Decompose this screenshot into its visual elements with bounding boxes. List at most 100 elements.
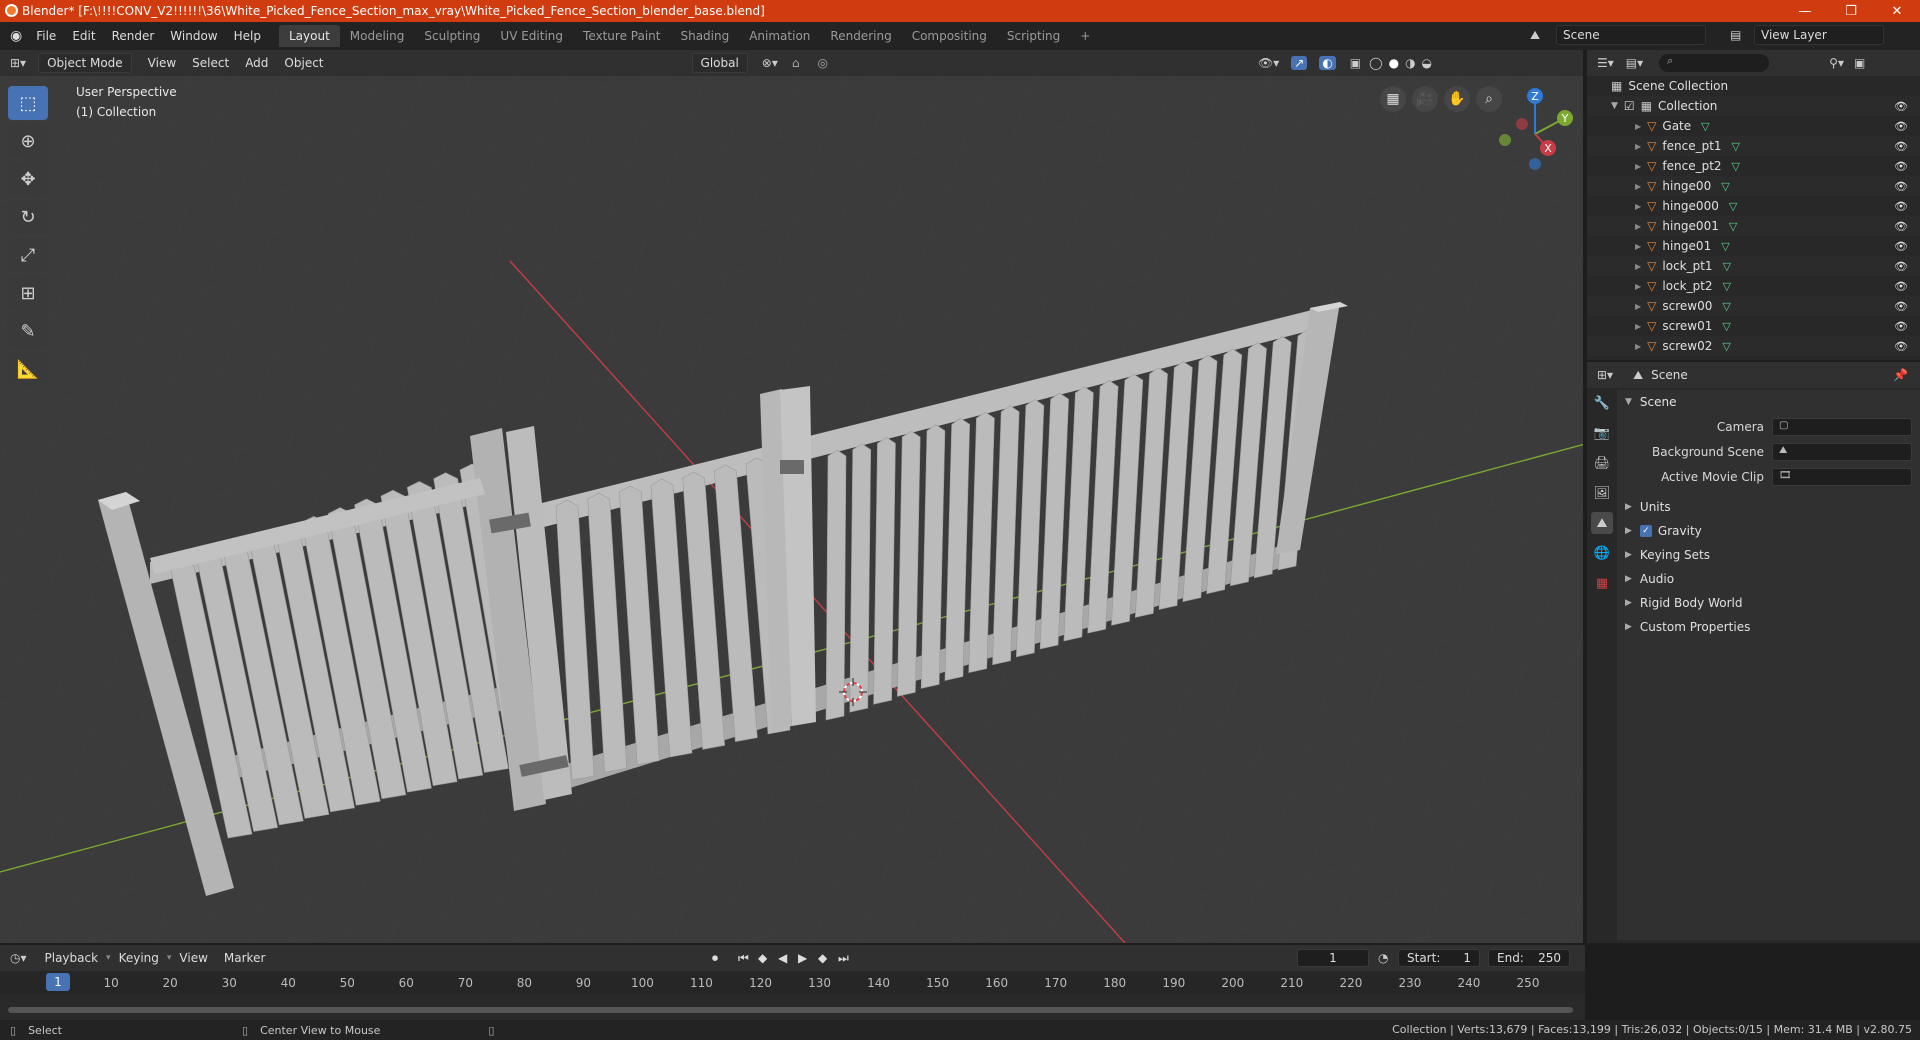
expand-arrow-icon[interactable]: ▶ xyxy=(1635,182,1641,191)
viewport-menu-view[interactable]: View xyxy=(140,54,184,72)
keying-sets-section[interactable]: ▶ Keying Sets xyxy=(1617,543,1920,567)
eye-icon[interactable]: 👁 xyxy=(1894,340,1908,353)
view-layer-selector[interactable]: View Layer xyxy=(1754,25,1884,45)
measure-tool-icon[interactable]: 📐 xyxy=(8,352,48,386)
eye-icon[interactable]: 👁 xyxy=(1894,300,1908,313)
eye-icon[interactable]: 👁 xyxy=(1894,260,1908,273)
properties-editor-icon[interactable]: ⊞▾ xyxy=(1597,368,1613,382)
world-tab-icon[interactable]: 🌐 xyxy=(1591,542,1613,564)
scene-icon[interactable]: ⛰ xyxy=(1530,28,1540,43)
scene-section-header[interactable]: ▼ Scene xyxy=(1617,390,1920,414)
new-collection-icon[interactable]: ▣ xyxy=(1854,56,1865,70)
scene-tab-icon[interactable]: ⛰ xyxy=(1591,512,1613,534)
units-section[interactable]: ▶ Units xyxy=(1617,495,1920,519)
expand-arrow-icon[interactable]: ▶ xyxy=(1635,122,1641,131)
rotate-tool-icon[interactable]: ↻ xyxy=(8,200,48,234)
menu-file[interactable]: File xyxy=(28,29,64,43)
collection-checkbox[interactable]: ☑ xyxy=(1624,99,1635,113)
visibility-icon[interactable]: 👁▾ xyxy=(1258,56,1279,70)
tab-animation[interactable]: Animation xyxy=(739,25,820,47)
outliner-row-scene-collection[interactable]: ▦ Scene Collection xyxy=(1587,76,1920,96)
expand-arrow-icon[interactable]: ▶ xyxy=(1635,342,1641,351)
shading-wireframe-icon[interactable]: ◯ xyxy=(1369,56,1382,70)
expand-arrow-icon[interactable]: ▶ xyxy=(1635,242,1641,251)
playhead[interactable]: 1 xyxy=(46,973,70,991)
eye-icon[interactable]: 👁 xyxy=(1894,160,1908,173)
3d-viewport[interactable]: ⊞▾ Object Mode View Select Add Object Gl… xyxy=(0,50,1585,943)
eye-icon[interactable]: 👁 xyxy=(1894,140,1908,153)
jump-end-button[interactable]: ⏭ xyxy=(838,951,849,966)
timeline-menu-playback[interactable]: Playback xyxy=(37,949,107,967)
eye-icon[interactable]: 👁 xyxy=(1894,120,1908,133)
cursor-tool-icon[interactable]: ⊕ xyxy=(8,124,48,158)
pin-icon[interactable]: 📌 xyxy=(1893,368,1908,382)
gravity-checkbox[interactable]: ✓ xyxy=(1639,525,1652,537)
transform-orientation-dropdown[interactable]: Global xyxy=(691,53,748,73)
expand-arrow-icon[interactable]: ▶ xyxy=(1635,322,1641,331)
add-workspace-button[interactable]: + xyxy=(1070,25,1100,47)
expand-arrow-icon[interactable]: ▶ xyxy=(1635,262,1641,271)
tab-rendering[interactable]: Rendering xyxy=(820,25,901,47)
tab-modeling[interactable]: Modeling xyxy=(340,25,415,47)
texture-tab-icon[interactable]: ▦ xyxy=(1591,572,1613,594)
timeline-editor-icon[interactable]: ◷▾ xyxy=(10,951,27,965)
outliner-row-object[interactable]: ▶ ▽ hinge001 ▽ 👁 xyxy=(1587,216,1920,236)
expand-arrow-icon[interactable]: ▶ xyxy=(1635,302,1641,311)
move-tool-icon[interactable]: ✥ xyxy=(8,162,48,196)
outliner-row-object[interactable]: ▶ ▽ screw02 ▽ 👁 xyxy=(1587,336,1920,356)
minimize-button[interactable]: — xyxy=(1782,0,1828,22)
scene-selector[interactable]: Scene xyxy=(1556,25,1706,45)
jump-start-button[interactable]: ⏮ xyxy=(738,951,749,966)
start-frame-field[interactable]: Start: 1 xyxy=(1398,949,1480,967)
outliner-editor-icon[interactable]: ☰▾ xyxy=(1597,56,1614,70)
render-tab-icon[interactable]: 📷 xyxy=(1591,422,1613,444)
shading-material-icon[interactable]: ◑ xyxy=(1405,56,1415,70)
tab-scripting[interactable]: Scripting xyxy=(997,25,1070,47)
blender-menu-icon[interactable]: ◉ xyxy=(10,28,22,44)
menu-render[interactable]: Render xyxy=(104,29,163,43)
restore-button[interactable]: ❐ xyxy=(1828,0,1874,22)
outliner-row-object[interactable]: ▶ ▽ hinge00 ▽ 👁 xyxy=(1587,176,1920,196)
outliner-row-object[interactable]: ▶ ▽ fence_pt1 ▽ 👁 xyxy=(1587,136,1920,156)
overlay-toggle-icon[interactable]: ◐ xyxy=(1319,56,1336,70)
next-keyframe-button[interactable]: ◆ xyxy=(818,951,827,965)
expand-arrow-icon[interactable]: ▶ xyxy=(1635,142,1641,151)
outliner-row-object[interactable]: ▶ ▽ lock_pt2 ▽ 👁 xyxy=(1587,276,1920,296)
outliner-row-object[interactable]: ▶ ▽ hinge000 ▽ 👁 xyxy=(1587,196,1920,216)
viewport-menu-object[interactable]: Object xyxy=(276,54,331,72)
outliner-row-object[interactable]: ▶ ▽ screw00 ▽ 👁 xyxy=(1587,296,1920,316)
outliner-row-object[interactable]: ▶ ▽ lock_pt1 ▽ 👁 xyxy=(1587,256,1920,276)
menu-help[interactable]: Help xyxy=(226,29,269,43)
eye-icon[interactable]: 👁 xyxy=(1894,280,1908,293)
editor-type-icon[interactable]: ⊞▾ xyxy=(10,56,26,70)
output-tab-icon[interactable]: 🖨 xyxy=(1591,452,1613,474)
grid-view-icon[interactable]: ▦ xyxy=(1380,86,1406,112)
expand-arrow-icon[interactable]: ▶ xyxy=(1635,162,1641,171)
active-movie-clip-field[interactable]: 🎞 xyxy=(1772,467,1912,486)
eye-icon[interactable]: 👁 xyxy=(1894,320,1908,333)
expand-arrow-icon[interactable]: ▶ xyxy=(1635,222,1641,231)
outliner-row-object[interactable]: ▶ ▽ hinge01 ▽ 👁 xyxy=(1587,236,1920,256)
play-reverse-button[interactable]: ◀ xyxy=(778,951,787,965)
filter-icon[interactable]: ⚲▾ xyxy=(1829,56,1844,70)
camera-field[interactable]: ▢ xyxy=(1772,417,1912,436)
eye-icon[interactable]: 👁 xyxy=(1894,220,1908,233)
outliner-row-collection[interactable]: ▼ ☑ ▦ Collection 👁 xyxy=(1587,96,1920,116)
rigid-body-world-section[interactable]: ▶ Rigid Body World xyxy=(1617,591,1920,615)
eye-icon[interactable]: 👁 xyxy=(1894,200,1908,213)
end-frame-field[interactable]: End: 250 xyxy=(1488,949,1570,967)
shading-rendered-icon[interactable]: ◒ xyxy=(1422,56,1432,70)
viewport-scene[interactable] xyxy=(0,76,1585,943)
object-mode-dropdown[interactable]: Object Mode xyxy=(38,53,132,73)
timeline-scrollbar[interactable] xyxy=(8,1007,1573,1013)
eye-icon[interactable]: 👁 xyxy=(1894,100,1908,113)
scale-tool-icon[interactable]: ⤢ xyxy=(8,238,48,272)
timeline-menu-keying[interactable]: Keying xyxy=(111,949,167,967)
pivot-icon[interactable]: ⊗▾ xyxy=(762,56,778,70)
display-mode-icon[interactable]: ▤▾ xyxy=(1626,56,1643,70)
tab-texture-paint[interactable]: Texture Paint xyxy=(573,25,670,47)
outliner-row-object[interactable]: ▶ ▽ screw01 ▽ 👁 xyxy=(1587,316,1920,336)
proportional-edit-icon[interactable]: ◎ xyxy=(818,56,828,70)
xray-icon[interactable]: ▣ xyxy=(1350,56,1361,70)
timeline-menu-marker[interactable]: Marker xyxy=(216,949,273,967)
